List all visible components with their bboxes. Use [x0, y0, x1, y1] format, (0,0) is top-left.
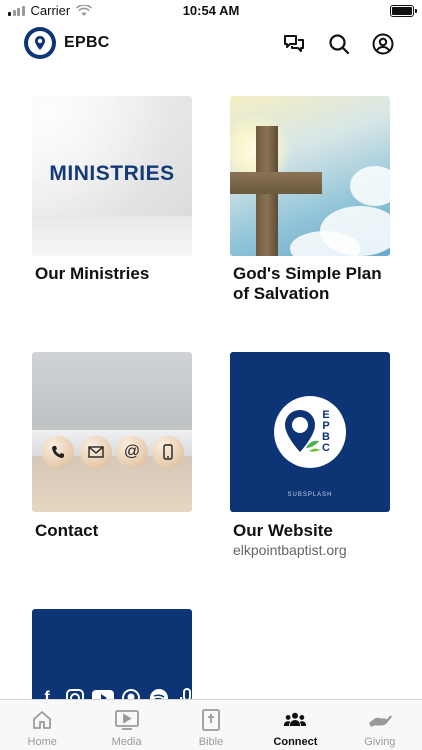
mobile-icon: [152, 436, 184, 468]
tab-bible[interactable]: Bible: [169, 700, 253, 750]
card-salvation[interactable]: [230, 96, 390, 256]
search-icon[interactable]: [327, 32, 351, 56]
tab-label-giving: Giving: [364, 736, 396, 748]
tab-giving[interactable]: Giving: [338, 700, 422, 750]
mail-icon: [80, 436, 112, 468]
app-logo[interactable]: [24, 27, 56, 59]
battery-icon: [390, 5, 417, 17]
tab-media[interactable]: Media: [84, 700, 168, 750]
people-icon: [283, 708, 307, 732]
cross-image: [230, 96, 390, 256]
card-title-salvation: God's Simple Plan of Salvation: [233, 264, 382, 303]
tab-label-media: Media: [111, 736, 142, 748]
epbc-logo-icon: E P B C: [285, 409, 330, 454]
contact-image: @: [32, 352, 192, 512]
card-contact[interactable]: @: [32, 352, 192, 512]
location-pin-icon: [28, 31, 52, 55]
ministries-image: MINISTRIES: [32, 96, 192, 256]
subsplash-brand: SUBSPLASH: [287, 492, 333, 498]
home-icon: [30, 708, 54, 732]
bible-icon: [199, 708, 223, 732]
media-icon: [114, 708, 139, 732]
at-sign-icon: @: [116, 436, 148, 468]
status-bar: Carrier 10:54 AM: [0, 0, 422, 22]
svg-text:C: C: [322, 442, 330, 454]
app-title: EPBC: [64, 34, 110, 51]
phone-icon: [42, 436, 74, 468]
profile-icon[interactable]: [371, 32, 395, 56]
giving-icon: [368, 708, 392, 732]
card-title-contact: Contact: [35, 521, 99, 540]
tab-label-home: Home: [27, 736, 57, 748]
card-title-our-website: Our Website: [233, 521, 333, 540]
card-our-website[interactable]: E P B C SUBSPLASH: [230, 352, 390, 512]
chat-icon[interactable]: [282, 32, 306, 56]
app-header: EPBC: [0, 26, 422, 62]
status-time: 10:54 AM: [182, 3, 240, 18]
tab-label-connect: Connect: [273, 736, 318, 748]
tab-label-bible: Bible: [198, 736, 224, 748]
card-title-our-ministries: Our Ministries: [35, 264, 150, 283]
card-social[interactable]: f: [32, 609, 192, 709]
website-image: E P B C SUBSPLASH: [230, 352, 390, 512]
tab-home[interactable]: Home: [0, 700, 84, 750]
ministries-image-text: MINISTRIES: [49, 162, 175, 185]
tab-connect[interactable]: Connect: [253, 700, 337, 750]
card-subtitle-website-url: elkpointbaptist.org: [233, 542, 347, 558]
bottom-tab-bar: Home Media Bible Connect Giving: [0, 699, 422, 750]
card-our-ministries[interactable]: MINISTRIES: [32, 96, 192, 256]
social-image: f: [32, 609, 192, 709]
